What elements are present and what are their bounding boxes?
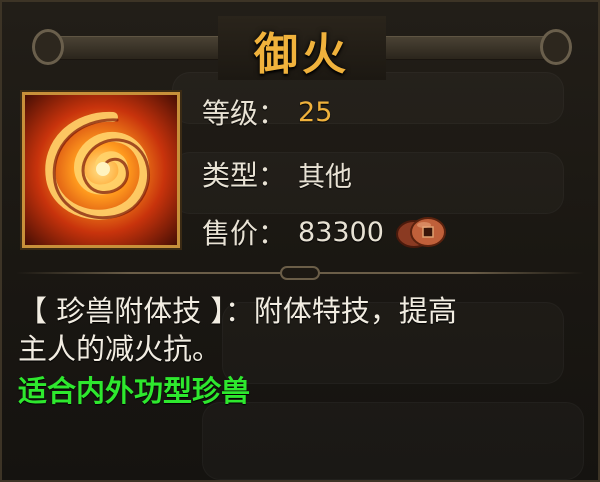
price-row: 售价： 83300	[202, 208, 450, 256]
skill-tooltip: 御火 等级： 25 类型： 其他 售价： 83300 【 珍兽附体技 】：附体特…	[0, 0, 600, 482]
level-row: 等级： 25	[202, 88, 332, 136]
type-value: 其他	[298, 161, 353, 193]
description-line-1: 【 珍兽附体技 】：附体特技，提高	[18, 294, 457, 328]
level-label: 等级：	[202, 97, 287, 130]
title-bar: 御火	[32, 12, 572, 84]
skill-description: 【 珍兽附体技 】：附体特技，提高 主人的减火抗。	[18, 292, 578, 368]
suitable-pet-note: 适合内外功型珍兽	[18, 374, 251, 408]
copper-coin-icon	[394, 214, 450, 250]
divider-ornament	[280, 266, 320, 280]
background-panel	[202, 402, 584, 480]
price-value: 83300	[298, 216, 384, 248]
fire-swirl-icon	[25, 95, 177, 245]
price-label: 售价：	[202, 217, 287, 250]
type-row: 类型： 其他	[202, 150, 352, 198]
skill-name: 御火	[254, 29, 350, 80]
section-divider	[16, 266, 584, 280]
type-label: 类型：	[202, 159, 287, 192]
level-value: 25	[298, 96, 333, 128]
skill-icon-frame[interactable]	[22, 92, 180, 248]
description-line-2: 主人的减火抗。	[18, 332, 222, 366]
